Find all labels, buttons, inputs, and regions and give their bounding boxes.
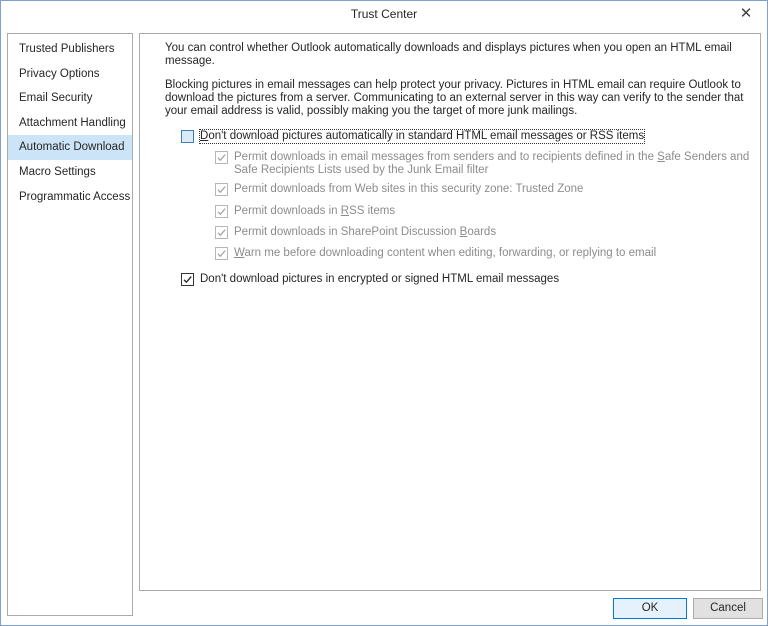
label-part: arn me before downloading content when e… xyxy=(244,247,657,259)
dialog-title: Trust Center xyxy=(350,7,418,21)
checkmark-icon xyxy=(217,250,226,258)
label-part: on't download pictures automatically in … xyxy=(208,130,645,142)
option-safe-senders[interactable]: Permit downloads in email messages from … xyxy=(215,151,754,177)
checkbox-block-pictures[interactable] xyxy=(181,130,194,143)
sidebar-item-programmatic-access[interactable]: Programmatic Access xyxy=(8,185,132,210)
option-label-rss[interactable]: Permit downloads in RSS items xyxy=(234,205,395,218)
checkmark-icon xyxy=(183,276,192,284)
close-icon[interactable]: ✕ xyxy=(731,3,761,25)
option-main[interactable]: Don't download pictures automatically in… xyxy=(181,129,646,144)
option-label-encrypted[interactable]: Don't download pictures in encrypted or … xyxy=(200,273,559,286)
title-bar: Trust Center ✕ xyxy=(1,1,767,27)
sidebar-item-macro-settings[interactable]: Macro Settings xyxy=(8,160,132,185)
checkbox-sharepoint[interactable] xyxy=(215,226,228,239)
checkbox-warn[interactable] xyxy=(215,247,228,260)
option-label-web-sites[interactable]: Permit downloads from Web sites in this … xyxy=(234,183,583,196)
label-part: Permit downloads in xyxy=(234,205,341,217)
intro-text: You can control whether Outlook automati… xyxy=(165,42,732,67)
option-label-block-pictures[interactable]: Don't download pictures automatically in… xyxy=(198,129,646,144)
access-key: S xyxy=(657,151,665,163)
label-part: Permit downloads in SharePoint Discussio… xyxy=(234,226,460,238)
sidebar-item-attachment-handling[interactable]: Attachment Handling xyxy=(8,111,132,136)
checkbox-web-sites[interactable] xyxy=(215,183,228,196)
checkbox-encrypted[interactable] xyxy=(181,273,194,286)
sidebar-item-automatic-download[interactable]: Automatic Download xyxy=(8,135,132,160)
option-label-warn[interactable]: Warn me before downloading content when … xyxy=(234,247,656,260)
option-sharepoint[interactable]: Permit downloads in SharePoint Discussio… xyxy=(215,226,496,239)
checkbox-rss[interactable] xyxy=(215,205,228,218)
cancel-button[interactable]: Cancel xyxy=(693,598,763,619)
option-label-sharepoint[interactable]: Permit downloads in SharePoint Discussio… xyxy=(234,226,496,239)
label-part: oards xyxy=(467,226,497,238)
checkbox-safe-senders[interactable] xyxy=(215,151,228,164)
checkmark-icon xyxy=(217,229,226,237)
sidebar-item-email-security[interactable]: Email Security xyxy=(8,86,132,111)
checkmark-icon xyxy=(217,208,226,216)
category-list: Trusted Publishers Privacy Options Email… xyxy=(7,33,133,616)
checkmark-icon xyxy=(217,154,226,162)
label-part: SS items xyxy=(349,205,396,217)
checkmark-icon xyxy=(217,186,226,194)
access-key: W xyxy=(234,247,245,259)
access-key: R xyxy=(340,205,350,217)
label-part: Permit downloads in email messages from … xyxy=(234,151,658,163)
option-rss[interactable]: Permit downloads in RSS items xyxy=(215,205,395,218)
trust-center-dialog: Trust Center ✕ Trusted Publishers Privac… xyxy=(0,0,768,626)
option-encrypted[interactable]: Don't download pictures in encrypted or … xyxy=(181,273,559,286)
sidebar-item-privacy-options[interactable]: Privacy Options xyxy=(8,62,132,87)
settings-panel: You can control whether Outlook automati… xyxy=(139,33,761,591)
ok-button[interactable]: OK xyxy=(613,598,687,619)
option-warn[interactable]: Warn me before downloading content when … xyxy=(215,247,656,260)
option-web-sites[interactable]: Permit downloads from Web sites in this … xyxy=(215,183,583,196)
sidebar-item-trusted-publishers[interactable]: Trusted Publishers xyxy=(8,37,132,62)
privacy-explanation-text: Blocking pictures in email messages can … xyxy=(165,79,744,117)
option-label-safe-senders[interactable]: Permit downloads in email messages from … xyxy=(234,151,754,177)
